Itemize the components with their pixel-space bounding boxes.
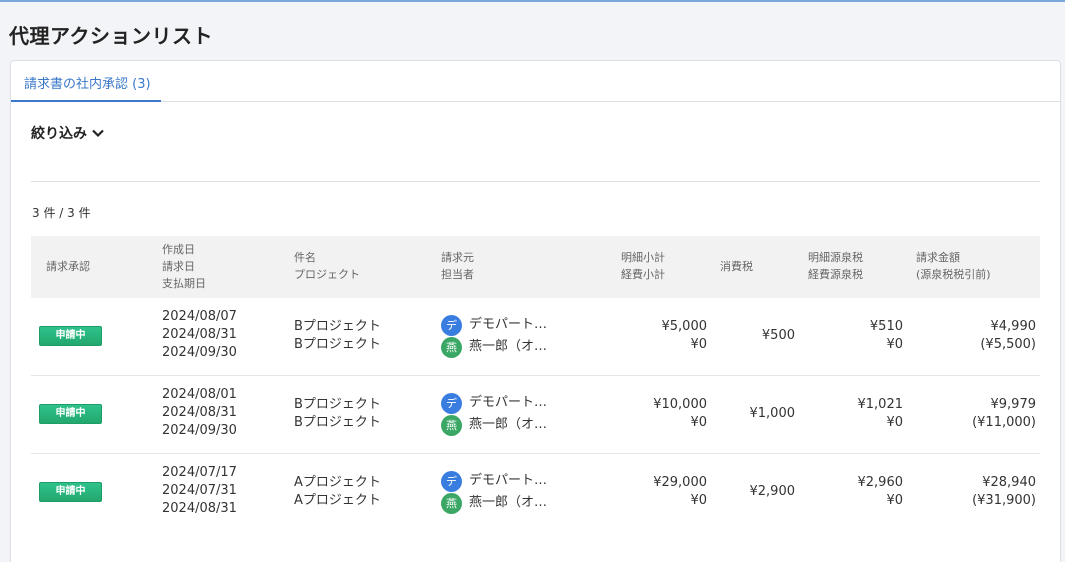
avatar: デ [441, 470, 462, 492]
header-tax: 消費税 [720, 260, 753, 273]
row-withhold: ¥2,960 ¥0 [857, 475, 904, 508]
row-subject: Aプロジェクト Aプロジェクト [294, 475, 381, 508]
owner-name: 燕一郎（オ… [469, 417, 548, 432]
tab-bar: 請求書の社内承認 (3) [11, 61, 1060, 102]
row-total: ¥4,990 (¥5,500) [980, 319, 1036, 352]
row-total: ¥28,940 (¥31,900) [972, 475, 1036, 508]
header-subject: 件名 プロジェクト [294, 251, 360, 281]
filter-toggle[interactable]: 絞り込み [31, 123, 105, 143]
row-subtotal: ¥29,000 ¥0 [653, 475, 707, 508]
row-subject: Bプロジェクト Bプロジェクト [294, 319, 381, 352]
table-row[interactable]: 申請中 2024/08/01 2024/08/31 2024/09/30 Bプロ… [31, 376, 1040, 454]
row-party: デ デモパート… 燕 燕一郎（オ… [441, 314, 547, 358]
table-header: 請求承認 作成日 請求日 支払期日 件名 プロジェクト 請求元 担当者 明細小計… [31, 236, 1040, 298]
status-badge: 申請中 [39, 326, 102, 346]
owner-name: 燕一郎（オ… [469, 339, 548, 354]
table-row[interactable]: 申請中 2024/08/07 2024/08/31 2024/09/30 Bプロ… [31, 298, 1040, 376]
owner-name: 燕一郎（オ… [469, 495, 548, 510]
avatar: 燕 [441, 336, 462, 358]
result-count: 3 件 / 3 件 [32, 206, 91, 220]
main-card: 請求書の社内承認 (3) 絞り込み 3 件 / 3 件 請求承認 作成日 請求日… [10, 60, 1061, 562]
row-subject: Bプロジェクト Bプロジェクト [294, 397, 381, 430]
invoice-table: 請求承認 作成日 請求日 支払期日 件名 プロジェクト 請求元 担当者 明細小計… [31, 236, 1040, 532]
header-withhold: 明細源泉税 経費源泉税 [808, 251, 863, 281]
row-withhold: ¥1,021 ¥0 [857, 397, 904, 430]
row-dates: 2024/08/07 2024/08/31 2024/09/30 [162, 309, 237, 360]
status-badge: 申請中 [39, 404, 102, 424]
row-dates: 2024/08/01 2024/08/31 2024/09/30 [162, 387, 237, 438]
header-party: 請求元 担当者 [441, 251, 474, 281]
sender-name: デモパート… [469, 473, 548, 488]
table-row[interactable]: 申請中 2024/07/17 2024/07/31 2024/08/31 Aプロ… [31, 454, 1040, 532]
row-dates: 2024/07/17 2024/07/31 2024/08/31 [162, 465, 237, 516]
row-total: ¥9,979 (¥11,000) [972, 397, 1036, 430]
chevron-down-icon [92, 129, 104, 138]
avatar: デ [441, 392, 462, 414]
page-title: 代理アクションリスト [9, 24, 213, 48]
sender-name: デモパート… [469, 395, 548, 410]
header-total: 請求金額 (源泉税税引前) [916, 251, 991, 281]
header-approval: 請求承認 [46, 260, 90, 273]
divider [31, 181, 1040, 182]
row-tax: ¥1,000 [749, 406, 796, 421]
avatar: デ [441, 314, 462, 336]
row-party: デ デモパート… 燕 燕一郎（オ… [441, 392, 547, 436]
status-badge: 申請中 [39, 482, 102, 502]
tab-invoice-approval[interactable]: 請求書の社内承認 (3) [11, 61, 161, 102]
row-withhold: ¥510 ¥0 [869, 319, 903, 352]
header-dates: 作成日 請求日 支払期日 [162, 243, 206, 290]
header-subtotal: 明細小計 経費小計 [621, 251, 665, 281]
row-party: デ デモパート… 燕 燕一郎（オ… [441, 470, 547, 514]
row-subtotal: ¥5,000 ¥0 [661, 319, 708, 352]
avatar: 燕 [441, 492, 462, 514]
sender-name: デモパート… [469, 317, 548, 332]
row-tax: ¥2,900 [749, 484, 796, 499]
row-tax: ¥500 [761, 328, 795, 343]
avatar: 燕 [441, 414, 462, 436]
filter-label: 絞り込み [31, 126, 87, 142]
row-subtotal: ¥10,000 ¥0 [653, 397, 707, 430]
